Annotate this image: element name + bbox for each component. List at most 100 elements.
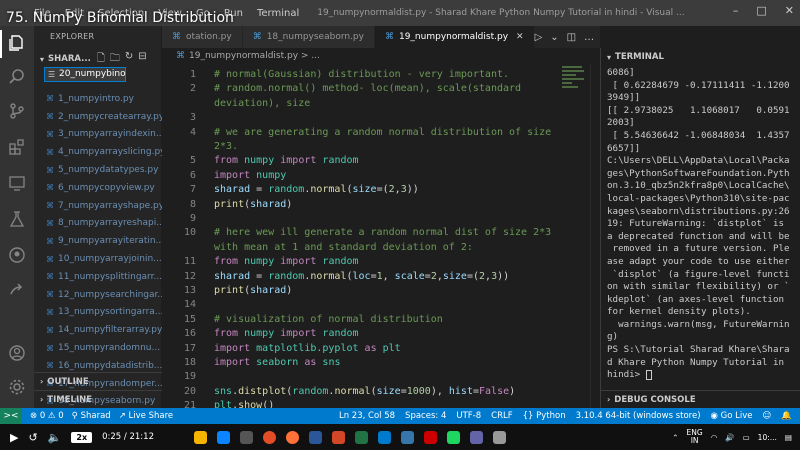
encoding[interactable]: UTF-8 <box>456 411 481 421</box>
terminal-output[interactable]: 6086] [ 0.62284679 -0.17111411 -1.1200 39… <box>607 67 797 382</box>
code-line[interactable]: 18 import seaborn as sns <box>162 356 600 370</box>
run-icon[interactable]: ▷ <box>535 32 543 43</box>
python-icon[interactable] <box>400 430 414 444</box>
clock[interactable]: 10:... <box>758 433 777 442</box>
code-line[interactable]: 17 import matplotlib.pyplot as plt <box>162 342 600 356</box>
live-share-icon[interactable] <box>7 282 27 302</box>
code-line[interactable]: 21 plt.show() <box>162 399 600 408</box>
code-line[interactable]: 13 print(sharad) <box>162 284 600 298</box>
firefox-icon[interactable] <box>285 430 299 444</box>
replay-icon[interactable]: ↺ <box>28 431 37 444</box>
code-line[interactable]: 19 <box>162 370 600 384</box>
code-line[interactable]: with mean at 1 and standard deviation of… <box>162 241 600 255</box>
close-tab-icon[interactable]: ✕ <box>516 32 524 42</box>
file-item[interactable]: ⌘ 14_numpyfilterarray.py <box>34 321 162 339</box>
file-item[interactable]: ⌘ 7_numpyarrayshape.py <box>34 197 162 215</box>
timeline-section[interactable]: › TIMELINE <box>34 390 162 408</box>
speaker-icon[interactable]: 🔊 <box>725 433 734 442</box>
feedback-icon[interactable]: ☺ <box>763 411 772 421</box>
editor-tab[interactable]: ⌘ 18_numpyseaborn.py <box>242 26 375 48</box>
code-editor[interactable]: 1 # normal(Gaussian) distribution - very … <box>162 64 600 408</box>
wifi-icon[interactable]: ◠ <box>711 433 718 442</box>
file-explorer-icon[interactable] <box>193 430 207 444</box>
chrome-icon[interactable] <box>262 430 276 444</box>
rename-input[interactable]: ☰ 20_numpybino <box>44 67 126 82</box>
code-line[interactable]: 2 # random.normal() method- loc(mean), sc… <box>162 82 600 96</box>
debug-console-header[interactable]: › DEBUG CONSOLE <box>601 390 800 408</box>
more-icon[interactable]: … <box>584 32 594 43</box>
collapse-all-icon[interactable]: ⊟ <box>138 51 146 68</box>
teams-icon[interactable] <box>469 430 483 444</box>
maximize-icon[interactable]: □ <box>756 4 766 17</box>
notification-center-icon[interactable]: ▤ <box>785 433 792 442</box>
explorer-section-header[interactable]: ▾ SHARA... 🗋 🗀 ↻ ⊟ <box>34 50 162 68</box>
new-file-icon[interactable]: 🗋 <box>97 51 105 68</box>
play-icon[interactable]: ▶ <box>10 431 18 444</box>
code-line[interactable]: 12 sharad = random.normal(loc=1, scale=2,… <box>162 270 600 284</box>
file-item[interactable]: ⌘ 10_numpyarrayjoinin... <box>34 250 162 268</box>
file-item[interactable]: ⌘ 3_numpyarrayindexin... <box>34 126 162 144</box>
code-line[interactable]: 20 sns.distplot(random.normal(size=1000),… <box>162 385 600 399</box>
app-icon[interactable] <box>492 430 506 444</box>
indentation[interactable]: Spaces: 4 <box>405 411 446 421</box>
settings-gear-icon[interactable] <box>7 378 27 398</box>
code-line[interactable]: 4 # we are generating a random normal dis… <box>162 126 600 140</box>
testing-icon[interactable] <box>7 210 27 230</box>
file-item[interactable]: ⌘ 5_numpydatatypes.py <box>34 161 162 179</box>
editor-tab[interactable]: ⌘ otation.py <box>162 26 243 48</box>
end-of-line[interactable]: CRLF <box>491 411 512 421</box>
edge-icon[interactable] <box>216 430 230 444</box>
extensions-icon[interactable] <box>7 138 27 158</box>
store-icon[interactable] <box>239 430 253 444</box>
file-item[interactable]: ⌘ 4_numpyarrayslicing.py <box>34 143 162 161</box>
account-status[interactable]: ⚲ Sharad <box>72 411 111 421</box>
code-line[interactable]: 1 # normal(Gaussian) distribution - very … <box>162 68 600 82</box>
code-line[interactable]: 16 from numpy import random <box>162 327 600 341</box>
recorder-icon[interactable] <box>423 430 437 444</box>
outline-section[interactable]: › OUTLINE <box>34 372 162 390</box>
notifications-icon[interactable]: 🔔 <box>781 411 792 421</box>
problems-indicator[interactable]: ⊗ 0 ⚠ 0 <box>30 411 64 421</box>
cursor-position[interactable]: Ln 23, Col 58 <box>339 411 395 421</box>
account-icon[interactable] <box>7 344 27 364</box>
powerpoint-icon[interactable] <box>331 430 345 444</box>
editor-tab[interactable]: ⌘ 19_numpynormaldist.py ✕ <box>374 26 535 48</box>
python-interpreter[interactable]: 3.10.4 64-bit (windows store) <box>576 411 701 421</box>
battery-icon[interactable]: ▭ <box>743 433 750 442</box>
code-line[interactable]: 2*3. <box>162 140 600 154</box>
excel-icon[interactable] <box>354 430 368 444</box>
code-line[interactable]: 15 # visualization of normal distribution <box>162 313 600 327</box>
file-item[interactable]: ⌘ 11_numpysplittingarr... <box>34 268 162 286</box>
file-item[interactable]: ⌘ 15_numpyrandomnu... <box>34 339 162 357</box>
refresh-icon[interactable]: ↻ <box>125 51 133 68</box>
code-line[interactable]: 8 print(sharad) <box>162 198 600 212</box>
spotify-icon[interactable] <box>446 430 460 444</box>
search-icon[interactable] <box>7 68 27 88</box>
close-icon[interactable]: ✕ <box>785 4 794 17</box>
file-item[interactable]: ⌘ 1_numpyintro.py <box>34 90 162 108</box>
terminal-header[interactable]: ▾ TERMINAL <box>601 48 800 66</box>
code-line[interactable]: 9 <box>162 212 600 226</box>
vscode-icon[interactable] <box>377 430 391 444</box>
code-line[interactable]: 7 sharad = random.normal(size=(2,3)) <box>162 183 600 197</box>
code-line[interactable]: 6 import numpy <box>162 169 600 183</box>
files-icon[interactable] <box>0 30 27 58</box>
code-line[interactable]: 11 from numpy import random <box>162 255 600 269</box>
code-line[interactable]: 3 <box>162 111 600 125</box>
chevron-down-icon[interactable]: ⌄ <box>550 32 558 43</box>
split-editor-icon[interactable]: ◫ <box>567 32 576 43</box>
live-share-status[interactable]: ↗ Live Share <box>119 411 173 421</box>
code-line[interactable]: deviation), size <box>162 97 600 111</box>
file-item[interactable]: ⌘ 8_numpyarrayreshapi... <box>34 215 162 233</box>
minimize-icon[interactable]: – <box>733 4 739 17</box>
language-indicator[interactable]: ENG IN <box>687 429 703 445</box>
code-line[interactable]: 10 # here wew ill generate a random norma… <box>162 226 600 240</box>
new-folder-icon[interactable]: 🗀 <box>110 51 120 68</box>
file-item[interactable]: ⌘ 9_numpyarrayiteratin... <box>34 232 162 250</box>
word-icon[interactable] <box>308 430 322 444</box>
file-item[interactable]: ⌘ 12_numpysearchingar... <box>34 286 162 304</box>
code-line[interactable]: 14 <box>162 298 600 312</box>
file-item[interactable]: ⌘ 2_numpycreatearray.py <box>34 108 162 126</box>
chevron-up-icon[interactable]: ⌃ <box>672 433 678 442</box>
source-control-icon[interactable] <box>7 102 27 122</box>
